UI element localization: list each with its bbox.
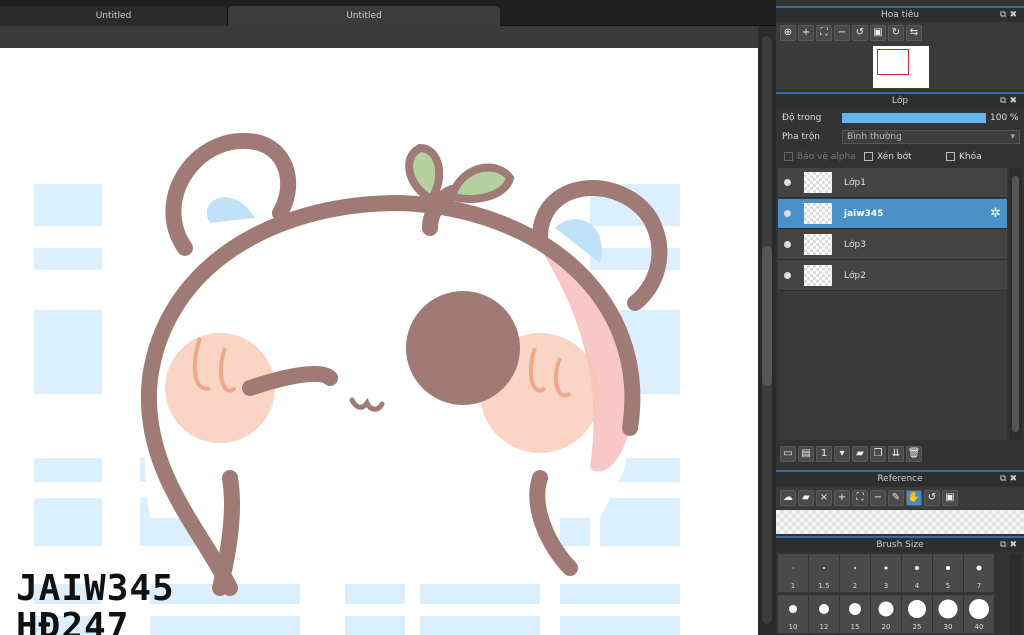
new-layer-icon[interactable]: ▭ [780,446,796,462]
folder-icon[interactable]: ▰ [852,446,868,462]
layer-list: Lớp1 jaiw345 ✲ Lớp3 Lớp2 [778,168,1007,440]
eye-icon[interactable] [784,241,791,248]
tab-untitled-1[interactable]: Untitled [0,6,228,26]
blend-row: Pha trộn Bình thường ▾ [776,127,1024,147]
rotate-left-icon[interactable]: ↺ [852,25,868,41]
layer-thumbnail [804,172,832,193]
canvas-artwork [34,133,680,635]
brush-size-cell[interactable]: 3 [871,554,901,592]
panel-controls[interactable]: ⧉✖ [1000,94,1020,108]
layer-item-selected[interactable]: jaiw345 ✲ [778,199,1007,229]
layer-thumbnail [804,203,832,224]
close-icon[interactable]: × [816,490,832,506]
panel-controls[interactable]: ⧉✖ [1000,472,1020,486]
signature-watermark: JAIW345 HĐ247 [16,568,175,635]
layer-options-row: Bảo vệ alpha Xén bớt Khóa [776,147,1024,167]
navigator-title: Hoa tiêu ⧉✖ [776,6,1024,22]
panel-controls[interactable]: ⧉✖ [1000,8,1020,22]
zoom-in-icon[interactable]: + [798,25,814,41]
brush-size-cell[interactable]: 15 [840,595,870,633]
fit-screen-icon[interactable]: ⛶ [816,25,832,41]
rotate-icon[interactable]: ↺ [924,490,940,506]
flip-icon[interactable]: ⇆ [906,25,922,41]
brush-size-cell[interactable]: 1.5 [809,554,839,592]
opacity-slider[interactable] [842,113,986,123]
upload-icon[interactable]: ☁ [780,490,796,506]
document-tab-bar: Untitled Untitled [0,0,776,26]
tab-untitled-2[interactable]: Untitled [228,6,500,26]
fit-screen-icon[interactable]: ⛶ [852,490,868,506]
brush-size-cell[interactable]: 5 [933,554,963,592]
hand-icon[interactable]: ✋ [906,490,922,506]
gear-icon[interactable]: ✲ [990,206,1001,221]
protect-alpha-checkbox[interactable]: Bảo vệ alpha [784,147,856,167]
brush-size-cell[interactable]: 20 [871,595,901,633]
blend-mode-select[interactable]: Bình thường ▾ [842,130,1020,144]
brush-size-cell[interactable]: 10 [778,595,808,633]
rotate-right-icon[interactable]: ↻ [888,25,904,41]
reference-image-area[interactable] [776,510,1024,534]
brush-size-cell[interactable]: 4 [902,554,932,592]
open-folder-icon[interactable]: ▰ [798,490,814,506]
layer-thumbnail [804,265,832,286]
new-1bit-layer-icon[interactable]: 1 [816,446,832,462]
brush-size-cell[interactable]: 12 [809,595,839,633]
lock-checkbox[interactable]: Khóa [946,147,982,167]
navigator-preview[interactable] [776,44,1024,90]
actual-size-icon[interactable]: ▣ [870,25,886,41]
chevron-down-icon: ▾ [1010,132,1015,142]
zoom-fit-icon[interactable]: ⊕ [780,25,796,41]
navigator-thumbnail [873,46,929,88]
brush-size-cell[interactable]: 7 [964,554,994,592]
layer-item[interactable]: Lớp1 [778,168,1007,198]
layer-toolbar: ▭ ▤ 1 ▾ ▰ ❐ ⇊ 🗑 [776,443,1024,465]
eye-icon[interactable] [784,272,791,279]
new-halftone-layer-icon[interactable]: ▤ [798,446,814,462]
zoom-out-icon[interactable]: − [834,25,850,41]
actual-size-icon[interactable]: ▣ [942,490,958,506]
navigator-toolbar: ⊕ + ⛶ − ↺ ▣ ↻ ⇆ [776,22,1024,44]
brush-size-cell[interactable]: 1 [778,554,808,592]
drawing-canvas[interactable]: JAIW345 HĐ247 [0,48,758,635]
reference-toolbar: ☁ ▰ × + ⛶ − ✎ ✋ ↺ ▣ [776,487,1024,509]
brush-size-cell[interactable]: 2 [840,554,870,592]
scrollbar-thumb[interactable] [762,246,772,386]
navigator-view-rect[interactable] [877,49,909,75]
eyedropper-icon[interactable]: ✎ [888,490,904,506]
brush-size-title: Brush Size ⧉✖ [776,536,1024,552]
eye-icon[interactable] [784,210,791,217]
right-panel: Hoa tiêu ⧉✖ ⊕ + ⛶ − ↺ ▣ ↻ ⇆ Lớp ⧉✖ Độ tr… [776,0,1024,635]
brush-size-grid: 1 1.5 2 3 4 5 7 10 12 15 20 25 30 40 [778,554,994,635]
clipping-checkbox[interactable]: Xén bớt [864,147,912,167]
layer-scrollbar[interactable] [1009,168,1022,440]
duplicate-layer-icon[interactable]: ❐ [870,446,886,462]
layer-thumbnail [804,234,832,255]
canvas-scrollbar[interactable] [758,26,776,635]
zoom-out-icon[interactable]: − [870,490,886,506]
opacity-row: Độ trong 100 % [782,113,1019,123]
layer-item[interactable]: Lớp3 [778,230,1007,260]
brush-size-cell[interactable]: 25 [902,595,932,633]
canvas-toolstrip [0,26,758,48]
delete-layer-icon[interactable]: 🗑 [906,446,922,462]
eye-icon[interactable] [784,179,791,186]
reference-title: Reference ⧉✖ [776,470,1024,486]
layer-panel-title: Lớp ⧉✖ [776,92,1024,108]
panel-controls[interactable]: ⧉✖ [1000,538,1020,552]
add-layer-menu-icon[interactable]: ▾ [834,446,850,462]
right-eye [406,291,520,405]
brush-size-cell[interactable]: 40 [964,595,994,633]
brush-scrollbar[interactable] [1009,554,1022,635]
brush-size-cell[interactable]: 30 [933,595,963,633]
merge-down-icon[interactable]: ⇊ [888,446,904,462]
layer-item[interactable]: Lớp2 [778,261,1007,291]
zoom-in-icon[interactable]: + [834,490,850,506]
